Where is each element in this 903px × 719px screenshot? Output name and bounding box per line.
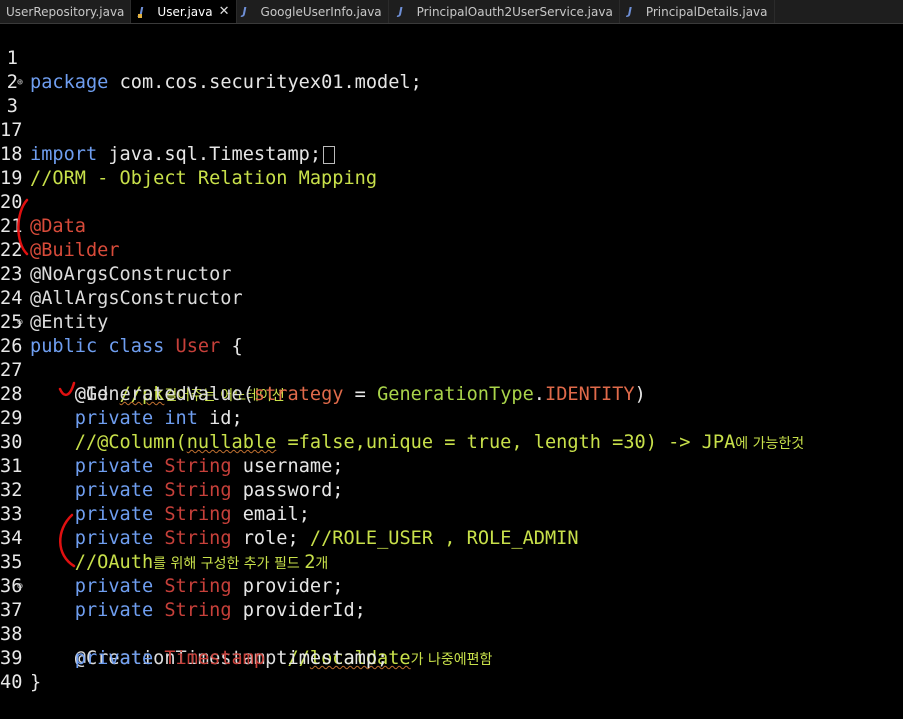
code-line: 18 //ORM - Object Relation Mapping	[0, 119, 903, 189]
fold-collapse-icon[interactable]: ⊖	[17, 575, 23, 599]
line-number: 40	[0, 672, 23, 693]
code-line: 29 //@Column(nullable =false,unique = tr…	[0, 383, 903, 453]
code-line: 32 private String email;	[0, 455, 903, 525]
tab-principal-oauth2-user-service[interactable]: J PrincipalOauth2UserService.java	[389, 0, 620, 23]
code-line: 17	[0, 95, 903, 141]
java-file-icon: J	[242, 4, 247, 18]
code-line: 38 private Timestamp timestamp;	[0, 599, 903, 669]
code-line: 20 @Data	[0, 167, 903, 237]
code-line: 40	[0, 647, 903, 693]
java-file-icon: J	[398, 4, 403, 18]
tab-label: GoogleUserInfo.java	[260, 4, 382, 19]
code-line: 34 //OAuth를 위해 구성한 추가 필드 2개	[0, 503, 903, 573]
tab-label: PrincipalOauth2UserService.java	[416, 4, 613, 19]
code-line: 35 private String provider;	[0, 527, 903, 597]
code-line: 23 @AllArgsConstructor	[0, 239, 903, 309]
code-line: 28 private int id;	[0, 359, 903, 429]
code-line: 24 @Entity	[0, 263, 903, 333]
fold-expand-icon[interactable]: ⊕	[17, 71, 23, 95]
code-line: 30 private String username;	[0, 407, 903, 477]
code-line: 37 ⊖ @CreationTimestamp //localdate가 나중에…	[0, 575, 903, 669]
code-line: 31 private String password;	[0, 431, 903, 501]
code-line: 22 @NoArgsConstructor	[0, 215, 903, 285]
code-line: 27 @GeneratedValue(strategy = Generation…	[0, 360, 646, 405]
close-tab-icon[interactable]: ✕	[219, 4, 230, 19]
code-line: 2	[0, 47, 903, 93]
tab-principal-details[interactable]: J PrincipalDetails.java	[620, 0, 775, 23]
java-file-icon: J	[627, 4, 632, 18]
code-line: 25 public class User {	[0, 287, 903, 357]
tab-user-repository[interactable]: UserRepository.java	[0, 0, 132, 23]
code-line: 33 private String role; //ROLE_USER , RO…	[0, 479, 903, 549]
code-line: 19	[0, 143, 903, 189]
tab-label: User.java	[157, 4, 213, 19]
tab-label: UserRepository.java	[6, 4, 125, 19]
tab-label: PrincipalDetails.java	[645, 4, 768, 19]
code-line: 26 ⊖ @Id //pk걸어주는 어노테이션	[0, 311, 903, 405]
fold-collapse-icon[interactable]: ⊖	[17, 311, 23, 335]
java-file-icon: J	[138, 5, 151, 19]
editor-tab-bar: UserRepository.java J User.java ✕ J Goog…	[0, 0, 903, 24]
tab-google-user-info[interactable]: J GoogleUserInfo.java	[237, 0, 389, 23]
code-editor[interactable]: 1 package com.cos.securityex01.model; 2 …	[0, 23, 903, 693]
code-line: 21 @Builder	[0, 191, 903, 261]
tab-user-java[interactable]: J User.java ✕	[131, 0, 237, 23]
code-line: 1 package com.cos.securityex01.model;	[0, 23, 903, 93]
code-line: 36 private String providerId;	[0, 551, 903, 621]
code-line: 3 ⊕ import java.sql.Timestamp;	[0, 71, 903, 165]
code-line: 39 }	[0, 623, 903, 693]
